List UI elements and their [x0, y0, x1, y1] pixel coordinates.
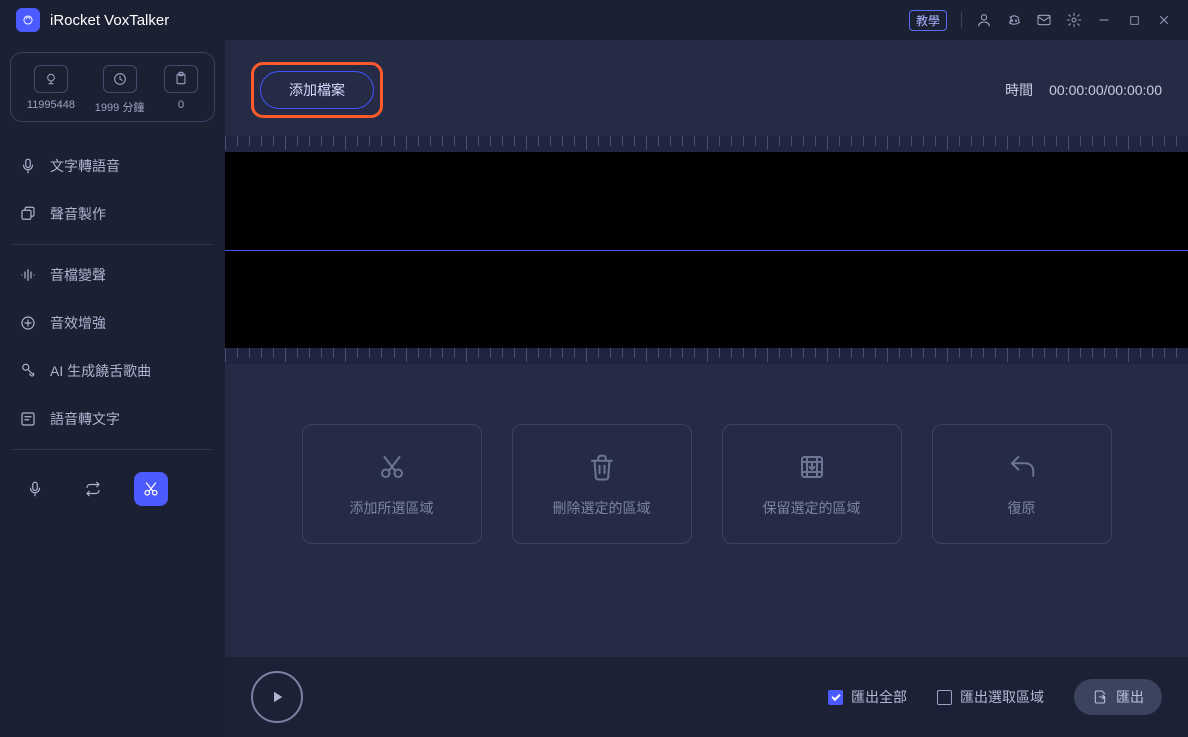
trash-icon — [585, 450, 619, 484]
credit-tokens[interactable]: 0 — [164, 65, 198, 115]
credit-tokens-value: 0 — [178, 99, 184, 111]
tool-loop[interactable] — [76, 472, 110, 506]
nav-voice-changer[interactable]: 音檔變聲 — [0, 251, 225, 299]
credit-characters[interactable]: 11995448 — [27, 65, 75, 115]
add-file-button[interactable]: 添加檔案 — [260, 71, 374, 109]
main-panel: 添加檔案 時間 00:00:00/00:00:00 添加所選區域 刪除選定的區域 — [225, 40, 1188, 737]
highlight-annotation: 添加檔案 — [251, 62, 383, 118]
nav-ai-rap[interactable]: AI 生成饒舌歌曲 — [0, 347, 225, 395]
action-undo-label: 復原 — [1008, 498, 1036, 518]
action-add-selection[interactable]: 添加所選區域 — [302, 424, 482, 544]
bottom-bar: 匯出全部 匯出選取區域 匯出 — [225, 657, 1188, 737]
action-delete-selection[interactable]: 刪除選定的區域 — [512, 424, 692, 544]
waveform[interactable] — [225, 152, 1188, 348]
tool-record[interactable] — [18, 472, 52, 506]
film-save-icon — [795, 450, 829, 484]
credit-minutes[interactable]: 1999 分鐘 — [95, 65, 145, 115]
export-all-label: 匯出全部 — [851, 687, 907, 707]
nav-ai-rap-label: AI 生成饒舌歌曲 — [50, 361, 151, 381]
waveform-icon — [18, 265, 38, 285]
cut-add-icon — [375, 450, 409, 484]
nav-voice-create[interactable]: 聲音製作 — [0, 190, 225, 238]
nav-audio-enhance[interactable]: 音效增強 — [0, 299, 225, 347]
nav-stt-label: 語音轉文字 — [50, 409, 120, 429]
action-delete-selection-label: 刪除選定的區域 — [553, 498, 651, 518]
sidebar: 11995448 1999 分鐘 0 文字轉語音 聲音製作 音檔變聲 — [0, 40, 225, 737]
action-keep-selection-label: 保留選定的區域 — [763, 498, 861, 518]
nav-voice-create-label: 聲音製作 — [50, 204, 106, 224]
layers-icon — [18, 204, 38, 224]
nav-tts-label: 文字轉語音 — [50, 156, 120, 176]
nav-stt[interactable]: 語音轉文字 — [0, 395, 225, 443]
credit-characters-value: 11995448 — [27, 99, 75, 111]
sidebar-divider — [12, 244, 213, 245]
time-value: 00:00:00/00:00:00 — [1049, 82, 1162, 98]
waveform-midline — [225, 250, 1188, 251]
time-label: 時間 — [1005, 80, 1033, 100]
user-icon[interactable] — [976, 12, 992, 28]
nav-audio-enhance-label: 音效增強 — [50, 313, 106, 333]
sidebar-divider-2 — [12, 449, 213, 450]
nav-voice-changer-label: 音檔變聲 — [50, 265, 106, 285]
checkbox-checked-icon — [828, 690, 843, 705]
window-close-icon[interactable] — [1156, 12, 1172, 28]
mic-music-icon — [18, 361, 38, 381]
sidebar-tool-row — [0, 456, 225, 522]
window-titlebar: iRocket VoxTalker 教學 — [0, 0, 1188, 40]
app-logo-icon — [16, 8, 40, 32]
mail-icon[interactable] — [1036, 12, 1052, 28]
export-all-checkbox[interactable]: 匯出全部 — [828, 687, 907, 707]
transcript-icon — [18, 409, 38, 429]
action-undo[interactable]: 復原 — [932, 424, 1112, 544]
microphone-icon — [18, 156, 38, 176]
window-maximize-icon[interactable] — [1126, 12, 1142, 28]
discord-icon[interactable] — [1006, 12, 1022, 28]
app-title: iRocket VoxTalker — [50, 12, 169, 29]
window-minimize-icon[interactable] — [1096, 12, 1112, 28]
checkbox-unchecked-icon — [937, 690, 952, 705]
nav-tts[interactable]: 文字轉語音 — [0, 142, 225, 190]
ruler-top — [225, 136, 1188, 152]
settings-icon[interactable] — [1066, 12, 1082, 28]
enhance-icon — [18, 313, 38, 333]
credits-box: 11995448 1999 分鐘 0 — [10, 52, 215, 122]
waveform-area — [225, 136, 1188, 364]
actions-row: 添加所選區域 刪除選定的區域 保留選定的區域 復原 — [225, 364, 1188, 544]
credit-minutes-value: 1999 分鐘 — [95, 99, 145, 115]
export-selection-label: 匯出選取區域 — [960, 687, 1044, 707]
play-button[interactable] — [251, 671, 303, 723]
titlebar-divider — [961, 12, 962, 28]
action-add-selection-label: 添加所選區域 — [350, 498, 434, 518]
tool-cut[interactable] — [134, 472, 168, 506]
export-button-label: 匯出 — [1116, 687, 1144, 707]
ruler-bottom — [225, 348, 1188, 364]
export-button[interactable]: 匯出 — [1074, 679, 1162, 715]
export-selection-checkbox[interactable]: 匯出選取區域 — [937, 687, 1044, 707]
tutorial-button[interactable]: 教學 — [909, 10, 947, 31]
undo-icon — [1005, 450, 1039, 484]
action-keep-selection[interactable]: 保留選定的區域 — [722, 424, 902, 544]
